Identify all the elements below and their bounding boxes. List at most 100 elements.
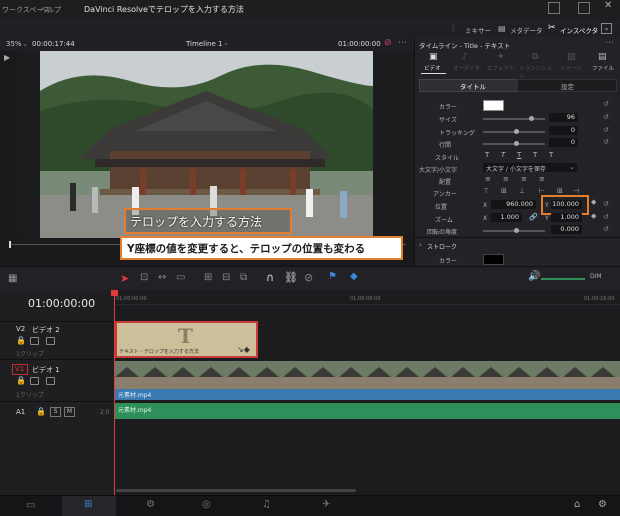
size-field[interactable]: 96 [549, 113, 578, 122]
timeline-name[interactable]: Timeline 1 [186, 40, 222, 48]
align-justify-icon[interactable]: ≡ [539, 175, 545, 183]
style-superscript-button[interactable]: T [533, 151, 537, 159]
minimize-window-icon[interactable] [548, 2, 560, 14]
zoom-dropdown-icon[interactable]: ⌄ [22, 40, 28, 48]
marker-icon[interactable]: ◆ [350, 271, 358, 282]
rotation-field[interactable]: 0.000 [551, 225, 582, 234]
deliver-page-icon[interactable]: ✈ [322, 499, 330, 510]
playhead-handle[interactable] [111, 290, 118, 296]
anchor-middle-icon[interactable]: ⊞ [501, 187, 507, 195]
volume-slider[interactable] [541, 278, 583, 280]
replace-clip-icon[interactable]: ⧉ [240, 272, 247, 283]
reset-rotation-icon[interactable]: ↺ [603, 225, 609, 233]
style-italic-button[interactable]: T [501, 151, 505, 159]
flag-icon[interactable]: ⚑ [328, 271, 337, 282]
home-icon[interactable]: ⌂ [574, 499, 580, 510]
align-left-icon[interactable]: ≡ [485, 175, 491, 183]
anchor-left-icon[interactable]: ⊢ [539, 187, 545, 195]
a1-solo-button[interactable]: S [50, 407, 61, 417]
trim-tool-icon[interactable]: ⊡ [140, 272, 148, 283]
video-clip[interactable] [115, 361, 620, 389]
timeline-scrollbar[interactable] [116, 489, 356, 492]
viewer-zoom[interactable]: 35% [6, 40, 22, 48]
settings-gear-icon[interactable]: ⚙ [598, 499, 607, 510]
keyframe-position-icon[interactable]: ◆ [591, 198, 596, 206]
reset-line-spacing-icon[interactable]: ↺ [603, 138, 609, 146]
subtab-title[interactable]: タイトル [419, 79, 518, 92]
v1-disable-video-icon[interactable] [46, 377, 55, 385]
step-back-icon[interactable]: ▶ [4, 53, 10, 62]
blade-tool-icon[interactable]: ▭ [176, 272, 185, 283]
anchor-bottom-icon[interactable]: ⊥ [519, 187, 525, 195]
anchor-right-icon[interactable]: ⊣ [573, 187, 579, 195]
viewer-overlay-icon[interactable]: ⊘ [384, 38, 392, 48]
v2-lock-icon[interactable]: 🔒 [16, 336, 26, 345]
tracking-field[interactable]: 0 [549, 126, 578, 135]
anchor-center-icon[interactable]: ⊞ [557, 187, 563, 195]
size-slider-knob[interactable] [529, 116, 534, 121]
position-x-field[interactable]: 960.000 [491, 200, 536, 209]
volume-icon[interactable]: 🔊 [528, 271, 540, 282]
v2-disable-video-icon[interactable] [46, 337, 55, 345]
fusion-page-icon[interactable]: ⚙ [146, 499, 155, 510]
style-underline-button[interactable]: T [517, 151, 521, 159]
tracking-slider-knob[interactable] [514, 129, 519, 134]
a1-lock-icon[interactable]: 🔒 [36, 407, 46, 416]
stroke-color-swatch[interactable] [483, 254, 504, 265]
timeline-ruler[interactable]: 01:00:00:00 01:00:08:00 01:00:16:00 [114, 290, 620, 305]
media-page-icon[interactable]: ▭ [26, 500, 35, 511]
metadata-icon[interactable]: ▤ [498, 24, 506, 33]
a1-mute-button[interactable]: M [64, 407, 75, 417]
stroke-expand-icon[interactable]: › [419, 241, 422, 249]
playhead[interactable] [114, 290, 115, 495]
subtab-settings[interactable]: 設定 [517, 79, 617, 92]
reset-position-icon[interactable]: ↺ [603, 200, 609, 208]
inspector-options-icon[interactable]: ⋯ [605, 38, 614, 48]
style-subscript-button[interactable]: T [549, 151, 553, 159]
position-y-field[interactable]: 100.000 [551, 200, 582, 209]
tab-image[interactable]: ▨ イメージ [558, 51, 586, 73]
metadata-button[interactable]: メタデータ [510, 25, 543, 35]
tab-effects[interactable]: ✦ エフェクト [487, 51, 517, 73]
color-page-icon[interactable]: ◎ [202, 499, 211, 510]
tab-transition[interactable]: ⧉ トランジション [519, 51, 555, 80]
zoom-link-icon[interactable]: 🔗 [529, 213, 538, 221]
keyframe-zoom-icon[interactable]: ◆ [591, 212, 596, 220]
size-slider[interactable] [483, 118, 545, 120]
insert-clip-icon[interactable]: ⊞ [204, 272, 212, 283]
reset-size-icon[interactable]: ↺ [603, 113, 609, 121]
panel-toggle-icon[interactable]: ⌄ [601, 23, 612, 34]
zoom-x-field[interactable]: 1.000 [491, 213, 522, 222]
mixer-button[interactable]: ミキサー [465, 25, 491, 35]
close-window-icon[interactable]: ✕ [604, 0, 612, 11]
line-spacing-field[interactable]: 0 [549, 138, 578, 147]
linked-video-audio-clip[interactable]: 元素材.mp4 [115, 389, 620, 400]
align-center-icon[interactable]: ≡ [503, 175, 509, 183]
tab-video[interactable]: ▣ ビデオ [421, 51, 446, 74]
dynamic-trim-icon[interactable]: ↔ [158, 272, 166, 283]
tab-audio[interactable]: ♪ オーディオ [453, 51, 481, 73]
anchor-top-icon[interactable]: ⊤ [483, 187, 489, 195]
mixer-icon[interactable]: ⫶ [452, 24, 454, 34]
track-name-v1[interactable]: ビデオ 1 [32, 365, 60, 375]
viewer-options-icon[interactable]: ⋯ [398, 38, 407, 48]
v2-auto-select-icon[interactable] [30, 337, 39, 345]
snapping-icon[interactable]: ∩ [266, 271, 274, 284]
dim-button[interactable]: DIM [590, 273, 602, 280]
tab-file[interactable]: ▤ ファイル [589, 51, 617, 73]
line-spacing-slider-knob[interactable] [514, 141, 519, 146]
selection-tool-icon[interactable]: ➤ [120, 272, 129, 285]
inspector-button[interactable]: インスペクタ [560, 25, 598, 35]
zoom-y-field[interactable]: 1.000 [551, 213, 582, 222]
v1-lock-icon[interactable]: 🔒 [16, 376, 26, 385]
inspector-icon[interactable]: ✂ [548, 23, 556, 33]
edit-page-tab[interactable]: ⊞ [62, 496, 116, 516]
linked-selection-icon[interactable]: ⛓ [284, 271, 298, 284]
position-lock-icon[interactable]: ⊘ [304, 271, 313, 284]
fairlight-page-icon[interactable]: ♫ [262, 499, 271, 510]
align-right-icon[interactable]: ≡ [521, 175, 527, 183]
timeline-dropdown-icon[interactable]: ⌄ [223, 39, 229, 47]
reset-tracking-icon[interactable]: ↺ [603, 126, 609, 134]
reset-zoom-icon[interactable]: ↺ [603, 213, 609, 221]
scrubber-handle[interactable] [9, 241, 11, 248]
